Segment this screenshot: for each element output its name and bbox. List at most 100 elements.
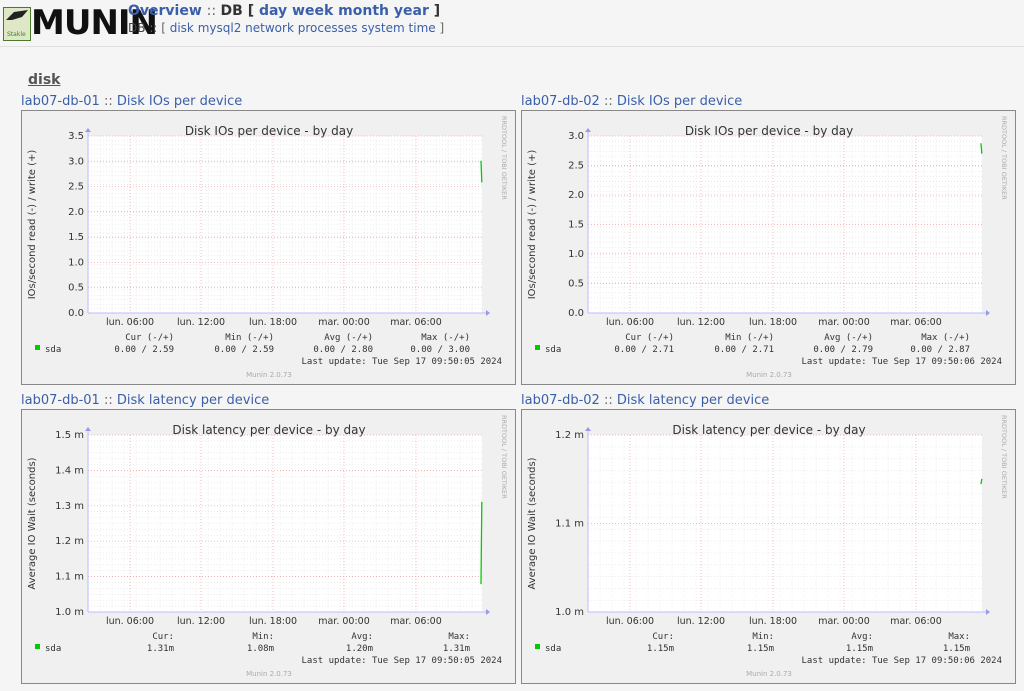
y-tick-label: 0.0 [68, 308, 84, 319]
data-point [980, 483, 982, 485]
y-tick-label: 0.5 [68, 283, 84, 294]
legend-value: 0.00 / 2.79 [813, 345, 873, 355]
x-tick-label: lun. 06:00 [106, 317, 154, 328]
series-line-sda [980, 479, 983, 484]
legend-value: 1.15m [943, 644, 970, 654]
graph-panel[interactable]: Disk latency per device - by day RRDTOOL … [521, 409, 1016, 684]
legend-header: Cur: [152, 632, 174, 642]
munin-version: Munin 2.0.73 [246, 371, 292, 379]
category-link-disk[interactable]: disk [170, 21, 194, 35]
rrdtool-credit: RRDTOOL / TOBI OETIKER [1000, 116, 1008, 200]
graph-link[interactable]: Disk latency per device [117, 393, 269, 408]
x-tick-label: mar. 06:00 [890, 616, 942, 627]
logo-small-text: Stakle [7, 31, 26, 38]
y-tick-label: 3.0 [68, 156, 84, 167]
y-tick-label: 1.0 m [55, 607, 84, 618]
graph-title-4: lab07-db-02 :: Disk latency per device [521, 393, 769, 408]
y-tick-label: 0.0 [568, 308, 584, 319]
last-update: Last update: Tue Sep 17 09:50:06 2024 [802, 656, 1002, 666]
category-link-network[interactable]: network [245, 21, 294, 35]
x-axis-arrow [986, 310, 990, 316]
y-axis-arrow [85, 128, 91, 132]
x-tick-label: lun. 12:00 [677, 317, 725, 328]
data-point [981, 478, 983, 480]
x-tick-label: lun. 18:00 [749, 616, 797, 627]
graph-link[interactable]: Disk IOs per device [617, 94, 742, 109]
legend-swatch [535, 345, 540, 350]
legend-swatch [535, 644, 540, 649]
period-link-month[interactable]: month [338, 3, 389, 19]
x-tick-label: mar. 00:00 [318, 317, 370, 328]
category-link-system[interactable]: system [361, 21, 404, 35]
y-axis-arrow [585, 128, 591, 132]
x-tick-label: mar. 00:00 [818, 616, 870, 627]
legend-value: 1.15m [846, 644, 873, 654]
x-tick-label: mar. 00:00 [318, 616, 370, 627]
x-tick-label: mar. 06:00 [890, 317, 942, 328]
munin-version: Munin 2.0.73 [746, 371, 792, 379]
legend-header: Avg (-/+) [824, 333, 873, 343]
title-separator: :: [599, 393, 617, 408]
y-axis-label: IOs/second read (-) / write (+) [27, 150, 38, 300]
period-link-year[interactable]: year [394, 3, 429, 19]
host-link[interactable]: lab07-db-02 [521, 393, 600, 408]
title-separator: :: [599, 94, 617, 109]
x-tick-label: lun. 12:00 [177, 317, 225, 328]
graph-canvas: Disk IOs per device - by day RRDTOOL / TO… [527, 116, 1008, 379]
y-tick-label: 1.0 [68, 257, 84, 268]
graph-link[interactable]: Disk IOs per device [117, 94, 242, 109]
y-tick-label: 1.2 m [555, 430, 584, 441]
x-tick-label: mar. 06:00 [390, 616, 442, 627]
legend-swatch [35, 345, 40, 350]
legend-value: 0.00 / 2.87 [910, 345, 970, 355]
data-point [981, 152, 983, 154]
legend-value: 1.31m [147, 644, 174, 654]
y-tick-label: 1.5 m [55, 430, 84, 441]
y-tick-label: 3.5 [68, 131, 84, 142]
y-tick-label: 1.1 m [555, 519, 584, 530]
host-link[interactable]: lab07-db-02 [521, 94, 600, 109]
group-name: DB [220, 3, 243, 19]
rrdtool-credit: RRDTOOL / TOBI OETIKER [500, 116, 508, 200]
rrdtool-credit: RRDTOOL / TOBI OETIKER [1000, 415, 1008, 499]
bracket-close: ] [439, 21, 445, 35]
title-separator: :: [99, 393, 117, 408]
category-link-mysql2[interactable]: mysql2 [198, 21, 242, 35]
legend-header: Cur (-/+) [125, 333, 174, 343]
graph-panel[interactable]: Disk IOs per device - by day RRDTOOL / TO… [521, 110, 1016, 385]
legend-header: Min: [252, 632, 274, 642]
legend-header: Cur: [652, 632, 674, 642]
host-link[interactable]: lab07-db-01 [21, 393, 100, 408]
period-link-week[interactable]: week [292, 3, 333, 19]
group-label: DB [128, 21, 146, 35]
y-tick-label: 1.2 m [55, 536, 84, 547]
nav-separator: :: [ [149, 21, 170, 35]
category-link-time[interactable]: time [409, 21, 436, 35]
nav-separator: :: [206, 3, 221, 19]
legend-value: 1.15m [647, 644, 674, 654]
series-line-sda [980, 143, 983, 154]
plot-area [588, 136, 982, 313]
graph-panel[interactable]: Disk latency per device - by day RRDTOOL … [21, 409, 516, 684]
graph-link[interactable]: Disk latency per device [617, 393, 769, 408]
graph-panel[interactable]: Disk IOs per device - by day RRDTOOL / TO… [21, 110, 516, 385]
top-nav: Overview :: DB [ day week month year ] [128, 3, 440, 19]
category-link-processes[interactable]: processes [298, 21, 358, 35]
x-axis-arrow [986, 609, 990, 615]
y-tick-label: 2.5 [68, 182, 84, 193]
last-update: Last update: Tue Sep 17 09:50:06 2024 [802, 357, 1002, 367]
overview-link[interactable]: Overview [128, 3, 202, 19]
legend-value: 0.00 / 2.59 [214, 345, 274, 355]
legend-header: Avg (-/+) [324, 333, 373, 343]
series-line-sda [480, 161, 483, 183]
legend-value: 0.00 / 3.00 [410, 345, 470, 355]
period-link-day[interactable]: day [259, 3, 287, 19]
x-tick-label: lun. 06:00 [106, 616, 154, 627]
host-link[interactable]: lab07-db-01 [21, 94, 100, 109]
x-tick-label: mar. 06:00 [390, 317, 442, 328]
header: Stakle MUNIN Overview :: DB [ day week m… [0, 0, 1024, 47]
y-tick-label: 0.5 [568, 279, 584, 290]
bracket-open: [ [247, 3, 259, 19]
munin-logo[interactable]: Stakle MUNIN [3, 3, 158, 43]
y-tick-label: 1.1 m [55, 572, 84, 583]
